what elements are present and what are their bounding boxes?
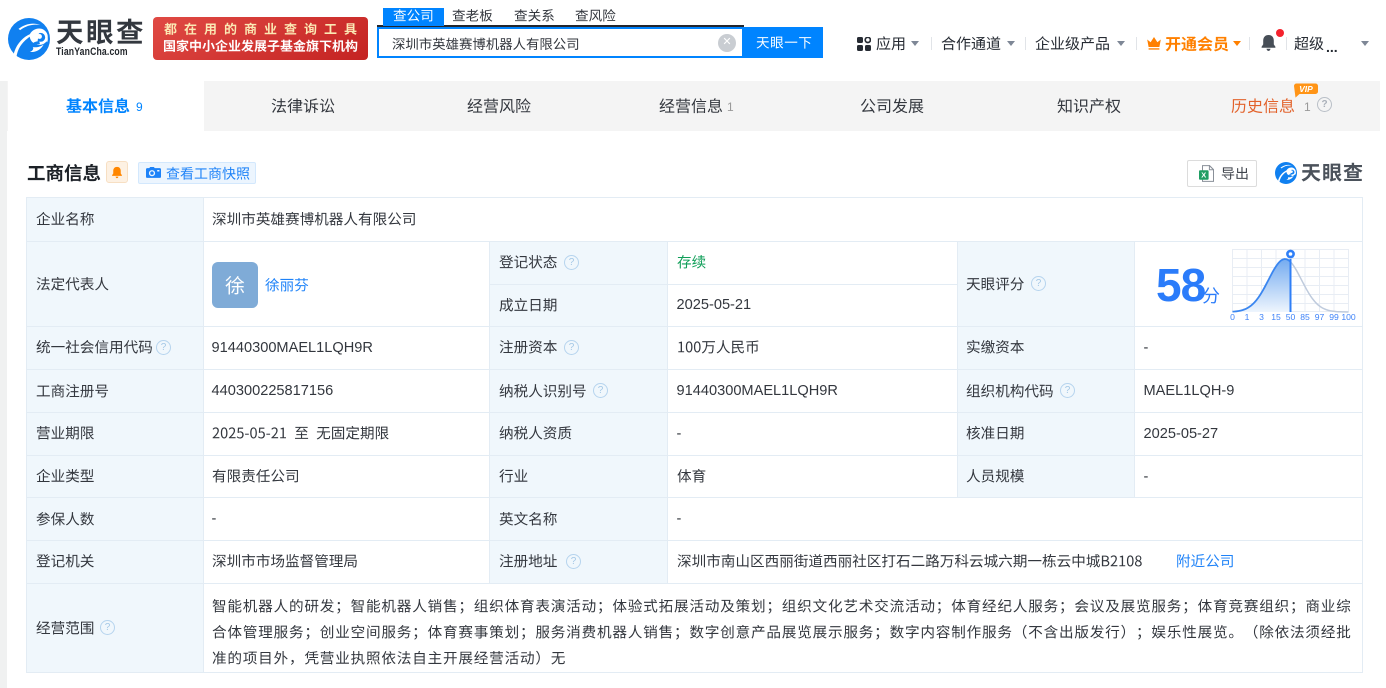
svg-text:3: 3	[1259, 312, 1264, 322]
svg-text:X: X	[1201, 171, 1206, 180]
svg-text:50: 50	[1286, 312, 1296, 322]
svg-text:15: 15	[1271, 312, 1281, 322]
svg-text:1: 1	[1245, 312, 1250, 322]
svg-text:VIP: VIP	[1299, 84, 1313, 94]
svg-text:97: 97	[1315, 312, 1325, 322]
svg-text:100: 100	[1341, 312, 1356, 322]
svg-text:0: 0	[1230, 312, 1235, 322]
svg-text:85: 85	[1300, 312, 1310, 322]
svg-text:99: 99	[1329, 312, 1339, 322]
